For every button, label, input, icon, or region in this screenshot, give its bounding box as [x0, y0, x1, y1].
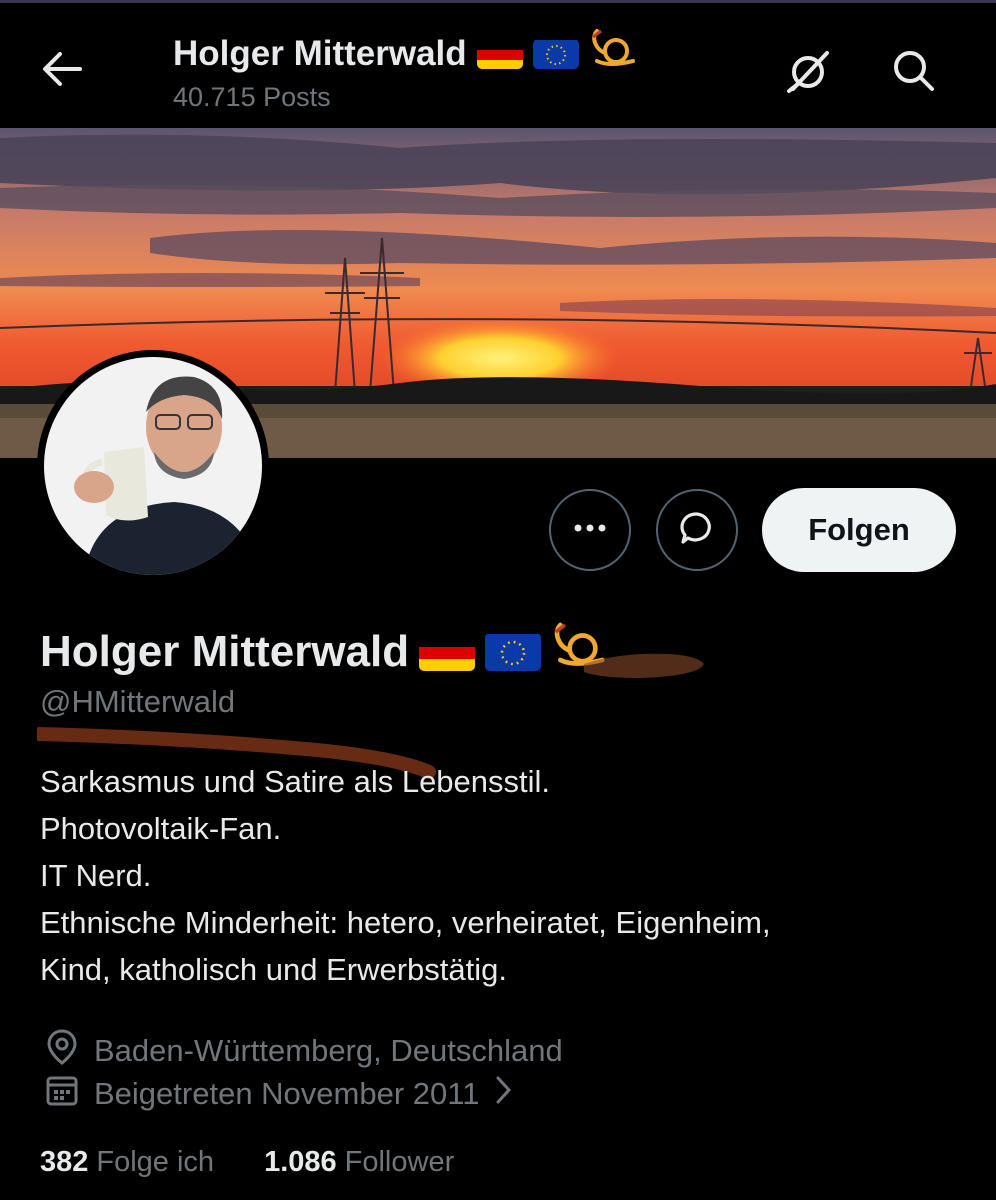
profile-name: Holger Mitterwald — [40, 626, 410, 676]
bio-line: Kind, katholisch und Erwerbstätig. — [40, 952, 507, 987]
location-row: Baden-Württemberg, Deutschland — [44, 1028, 563, 1074]
flag-germany-icon — [476, 39, 523, 69]
back-arrow-icon[interactable] — [40, 49, 84, 89]
flag-germany-icon — [419, 633, 476, 671]
post-count: 40.715 Posts — [173, 82, 331, 112]
avatar[interactable] — [44, 357, 262, 575]
header-title: Holger Mitterwald — [173, 27, 637, 80]
more-button[interactable] — [549, 489, 631, 571]
following-label: Folge ich — [96, 1146, 215, 1178]
header-name: Holger Mitterwald — [173, 33, 467, 73]
message-icon — [679, 510, 715, 551]
followers-label: Follower — [344, 1146, 455, 1178]
location-icon — [44, 1028, 80, 1074]
grok-icon[interactable] — [785, 45, 835, 95]
profile-bio: Sarkasmus und Satire als Lebensstil. Pho… — [40, 758, 771, 993]
profile-name-row: Holger Mitterwald — [40, 620, 607, 683]
followers-count: 1.086 — [264, 1146, 337, 1178]
joined-text: Beigetreten November 2011 — [94, 1076, 480, 1111]
bio-line: IT Nerd. — [40, 858, 152, 893]
bio-line: Sarkasmus und Satire als Lebensstil. — [40, 764, 551, 799]
top-bar: Holger Mitterwald 40.715 Posts — [0, 0, 996, 128]
profile-handle: @HMitterwald — [40, 684, 236, 719]
following-count: 382 — [40, 1146, 89, 1178]
search-icon[interactable] — [888, 45, 938, 95]
posthorn-icon — [551, 620, 607, 683]
joined-row[interactable]: Beigetreten November 2011 — [44, 1072, 513, 1116]
more-icon — [570, 521, 610, 539]
posthorn-icon — [589, 27, 637, 80]
message-button[interactable] — [656, 489, 738, 571]
bio-line: Ethnische Minderheit: hetero, verheirate… — [40, 905, 771, 940]
calendar-icon — [44, 1072, 80, 1116]
follow-stats: 382 Folge ich 1.086 Follower — [40, 1146, 454, 1179]
bio-line: Photovoltaik-Fan. — [40, 811, 282, 846]
chevron-right-icon — [493, 1074, 513, 1114]
flag-eu-icon — [485, 633, 542, 671]
following-link[interactable]: 382 Folge ich — [40, 1146, 214, 1179]
location-text: Baden-Württemberg, Deutschland — [94, 1033, 563, 1068]
follow-button[interactable]: Folgen — [762, 488, 956, 572]
flag-eu-icon — [532, 39, 579, 69]
followers-link[interactable]: 1.086 Follower — [264, 1146, 454, 1179]
